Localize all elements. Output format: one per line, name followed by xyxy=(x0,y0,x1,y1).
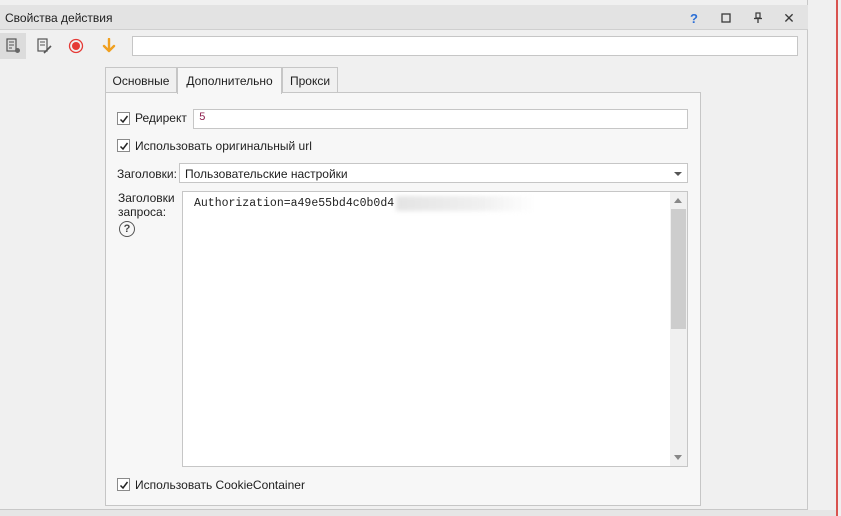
scroll-up-icon[interactable] xyxy=(674,198,682,203)
scrollbar-thumb[interactable] xyxy=(671,209,686,329)
check-icon xyxy=(119,481,128,489)
redirect-count-input[interactable]: 5 xyxy=(193,109,688,129)
vertical-scrollbar[interactable] xyxy=(670,192,687,466)
check-icon xyxy=(119,142,128,150)
record-button[interactable] xyxy=(63,33,89,59)
check-icon xyxy=(119,115,128,123)
edit-icon xyxy=(37,38,52,54)
request-headers-help-icon[interactable]: ? xyxy=(119,221,135,237)
request-headers-label-line1: Заголовки xyxy=(118,191,175,205)
headers-select[interactable]: Пользовательские настройки xyxy=(179,163,688,183)
scroll-down-icon[interactable] xyxy=(674,455,682,460)
help-button[interactable]: ? xyxy=(684,8,704,28)
request-headers-textarea[interactable]: Authorization=a49e55bd4c0b0d4 xyxy=(182,191,688,467)
close-button[interactable]: ✕ xyxy=(779,8,799,28)
action-properties-window: Свойства действия ? ✕ Основные Дополните… xyxy=(0,0,808,510)
tab-proxy[interactable]: Прокси xyxy=(282,67,338,93)
pin-icon xyxy=(754,12,762,23)
edit-button[interactable] xyxy=(31,33,57,59)
tab-basic[interactable]: Основные xyxy=(105,67,177,93)
request-headers-label-line2: запроса: xyxy=(118,205,167,219)
use-original-url-checkbox[interactable] xyxy=(117,139,130,152)
toolbar xyxy=(0,31,808,59)
redirect-label: Редирект xyxy=(135,111,187,125)
headers-select-value: Пользовательские настройки xyxy=(185,167,348,181)
record-icon xyxy=(68,38,84,54)
pin-button[interactable] xyxy=(748,8,768,28)
request-headers-text: Authorization=a49e55bd4c0b0d4 xyxy=(194,197,395,210)
window-edge xyxy=(836,0,838,516)
headers-label: Заголовки: xyxy=(117,167,177,181)
tab-advanced[interactable]: Дополнительно xyxy=(177,67,282,94)
move-down-button[interactable] xyxy=(96,33,122,59)
use-cookie-container-checkbox[interactable] xyxy=(117,478,130,491)
redirect-checkbox[interactable] xyxy=(117,112,130,125)
window-title: Свойства действия xyxy=(5,11,113,25)
action-name-input[interactable] xyxy=(132,36,798,56)
properties-icon xyxy=(6,38,20,53)
bottom-strip xyxy=(0,510,836,516)
chevron-down-icon xyxy=(674,172,682,176)
maximize-icon xyxy=(721,13,731,23)
maximize-button[interactable] xyxy=(716,8,736,28)
use-cookie-container-label: Использовать CookieContainer xyxy=(135,478,305,492)
use-original-url-label: Использовать оригинальный url xyxy=(135,139,312,153)
title-bar: Свойства действия ? ✕ xyxy=(0,5,808,30)
properties-button[interactable] xyxy=(0,33,26,59)
redacted-area xyxy=(396,196,536,211)
advanced-panel: Редирект 5 Использовать оригинальный url… xyxy=(105,92,701,506)
down-arrow-icon xyxy=(102,38,116,53)
